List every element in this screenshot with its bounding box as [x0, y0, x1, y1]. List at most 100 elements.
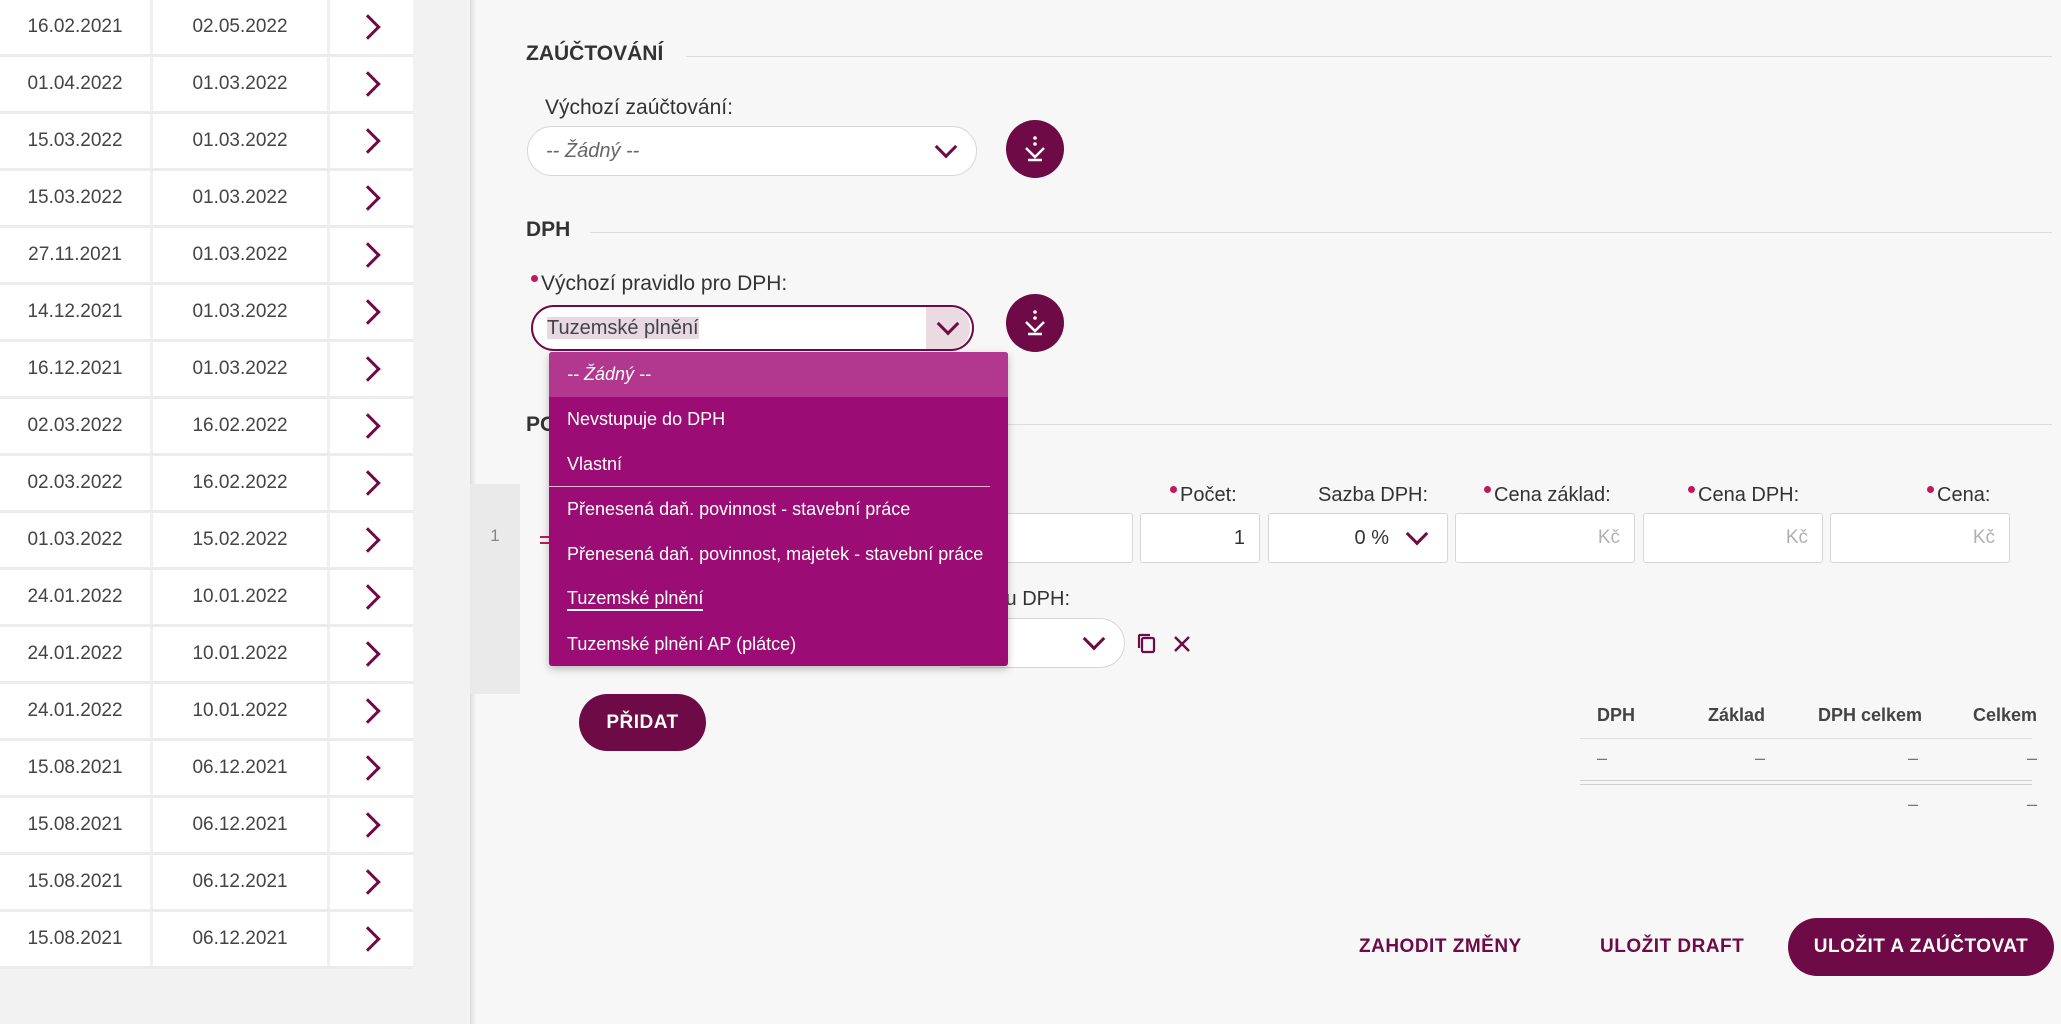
open-item-button[interactable]: [330, 912, 413, 966]
add-item-button[interactable]: PŘIDAT: [579, 694, 706, 751]
save-draft-button[interactable]: ULOŽIT DRAFT: [1600, 936, 1744, 958]
list-item-date-2: 15.02.2022: [153, 513, 330, 567]
list-item[interactable]: 24.01.2022 10.01.2022: [0, 627, 413, 684]
item-name-input[interactable]: [1000, 513, 1133, 563]
summary-divider: [1580, 780, 2032, 781]
dropdown-option[interactable]: Nevstupuje do DPH: [549, 397, 1008, 442]
list-item-date-2: 02.05.2022: [153, 0, 330, 54]
list-item[interactable]: 24.01.2022 10.01.2022: [0, 570, 413, 627]
chevron-right-icon: [354, 869, 381, 895]
summary-header-vat-total: DPH celkem: [1818, 705, 1923, 725]
open-item-button[interactable]: [330, 798, 413, 852]
discard-changes-button[interactable]: ZAHODIT ZMĚNY: [1359, 936, 1522, 958]
list-item-date-2: 16.02.2022: [153, 456, 330, 510]
document-list: 16.02.2021 02.05.2022 01.04.2022 01.03.2022…: [0, 0, 413, 969]
list-item-date-1: 27.11.2021: [0, 228, 153, 282]
dropdown-toggle[interactable]: [926, 307, 970, 349]
open-item-button[interactable]: [330, 456, 413, 510]
open-item-button[interactable]: [330, 57, 413, 111]
list-item-date-2: 06.12.2021: [153, 798, 330, 852]
list-item[interactable]: 24.01.2022 10.01.2022: [0, 684, 413, 741]
list-item-date-2: 06.12.2021: [153, 741, 330, 795]
price-label: Cena:: [1927, 484, 1990, 507]
list-item[interactable]: 02.03.2022 16.02.2022: [0, 399, 413, 456]
list-item-date-2: 10.01.2022: [153, 684, 330, 738]
open-item-button[interactable]: [330, 285, 413, 339]
list-item[interactable]: 15.08.2021 06.12.2021: [0, 912, 413, 969]
open-item-button[interactable]: [330, 741, 413, 795]
copy-icon[interactable]: [1136, 632, 1158, 656]
open-item-button[interactable]: [330, 513, 413, 567]
base-price-input[interactable]: Kč: [1455, 513, 1635, 563]
chevron-down-icon: [1405, 522, 1429, 546]
chevron-down-icon: [934, 135, 958, 159]
vat-rate-label: Sazba DPH:: [1318, 484, 1429, 506]
left-list-panel: 16.02.2021 02.05.2022 01.04.2022 01.03.2022…: [0, 0, 470, 1024]
open-item-button[interactable]: [330, 228, 413, 282]
vat-rule-dropdown: -- Žádný -- Nevstupuje do DPH Vlastní Přene…: [549, 352, 1008, 666]
open-item-button[interactable]: [330, 684, 413, 738]
list-item-date-2: 01.03.2022: [153, 342, 330, 396]
chevron-right-icon: [354, 356, 381, 382]
summary-total-cell: –: [2027, 794, 2038, 814]
summary-header-base: Základ: [1708, 705, 1766, 725]
vat-price-input[interactable]: Kč: [1643, 513, 1823, 563]
list-item[interactable]: 15.03.2022 01.03.2022: [0, 171, 413, 228]
required-dot: [531, 275, 538, 282]
dropdown-option[interactable]: Přenesená daň. povinnost, majetek - stav…: [549, 532, 1008, 577]
list-item[interactable]: 15.08.2021 06.12.2021: [0, 855, 413, 912]
list-item-date-2: 06.12.2021: [153, 912, 330, 966]
list-item[interactable]: 15.08.2021 06.12.2021: [0, 741, 413, 798]
section-title-dph: DPH: [526, 218, 571, 241]
dropdown-option[interactable]: -- Žádný --: [549, 352, 1008, 397]
default-accounting-select[interactable]: -- Žádný --: [527, 126, 977, 176]
dropdown-option[interactable]: Přenesená daň. povinnost - stavební prác…: [549, 487, 1008, 532]
list-item[interactable]: 14.12.2021 01.03.2022: [0, 285, 413, 342]
list-item-date-2: 01.03.2022: [153, 228, 330, 282]
vat-rate-select[interactable]: 0 %: [1268, 513, 1448, 563]
required-dot: [1484, 486, 1491, 493]
dropdown-option[interactable]: Tuzemské plnění: [549, 577, 1008, 622]
open-item-button[interactable]: [330, 171, 413, 225]
open-item-button[interactable]: [330, 855, 413, 909]
apply-accounting-button[interactable]: [1006, 120, 1064, 178]
open-item-button[interactable]: [330, 627, 413, 681]
chevron-right-icon: [354, 584, 381, 610]
chevron-right-icon: [354, 185, 381, 211]
list-item-date-1: 16.02.2021: [0, 0, 153, 54]
required-dot: [1688, 486, 1695, 493]
list-item-date-2: 10.01.2022: [153, 627, 330, 681]
default-vat-rule-select[interactable]: Tuzemské plnění: [531, 305, 974, 351]
list-item-date-1: 24.01.2022: [0, 684, 153, 738]
chevron-right-icon: [354, 641, 381, 667]
list-item[interactable]: 02.03.2022 16.02.2022: [0, 456, 413, 513]
quantity-input[interactable]: 1: [1140, 513, 1260, 563]
close-icon[interactable]: [1172, 634, 1192, 654]
summary-cell: –: [1597, 748, 1608, 768]
download-arrow-icon: [1025, 310, 1045, 336]
open-item-button[interactable]: [330, 399, 413, 453]
save-and-post-button[interactable]: ULOŽIT A ZAÚČTOVAT: [1788, 918, 2054, 976]
open-item-button[interactable]: [330, 570, 413, 624]
list-item[interactable]: 16.02.2021 02.05.2022: [0, 0, 413, 57]
dropdown-option[interactable]: Tuzemské plnění AP (plátce): [549, 622, 1008, 666]
list-item[interactable]: 16.12.2021 01.03.2022: [0, 342, 413, 399]
required-dot: [1927, 486, 1934, 493]
list-item[interactable]: 15.08.2021 06.12.2021: [0, 798, 413, 855]
list-item-date-2: 01.03.2022: [153, 285, 330, 339]
summary-cell: –: [1755, 748, 1766, 768]
list-item[interactable]: 01.03.2022 15.02.2022: [0, 513, 413, 570]
list-item-date-1: 15.03.2022: [0, 171, 153, 225]
list-item[interactable]: 27.11.2021 01.03.2022: [0, 228, 413, 285]
list-item[interactable]: 01.04.2022 01.03.2022: [0, 57, 413, 114]
open-item-button[interactable]: [330, 342, 413, 396]
default-vat-rule-label: Výchozí pravidlo pro DPH:: [531, 272, 787, 296]
apply-vat-rule-button[interactable]: [1006, 294, 1064, 352]
price-input[interactable]: Kč: [1830, 513, 2010, 563]
quantity-label: Počet:: [1170, 484, 1237, 507]
chevron-right-icon: [354, 14, 381, 40]
open-item-button[interactable]: [330, 114, 413, 168]
dropdown-option[interactable]: Vlastní: [549, 442, 990, 487]
list-item[interactable]: 15.03.2022 01.03.2022: [0, 114, 413, 171]
open-item-button[interactable]: [330, 0, 413, 54]
